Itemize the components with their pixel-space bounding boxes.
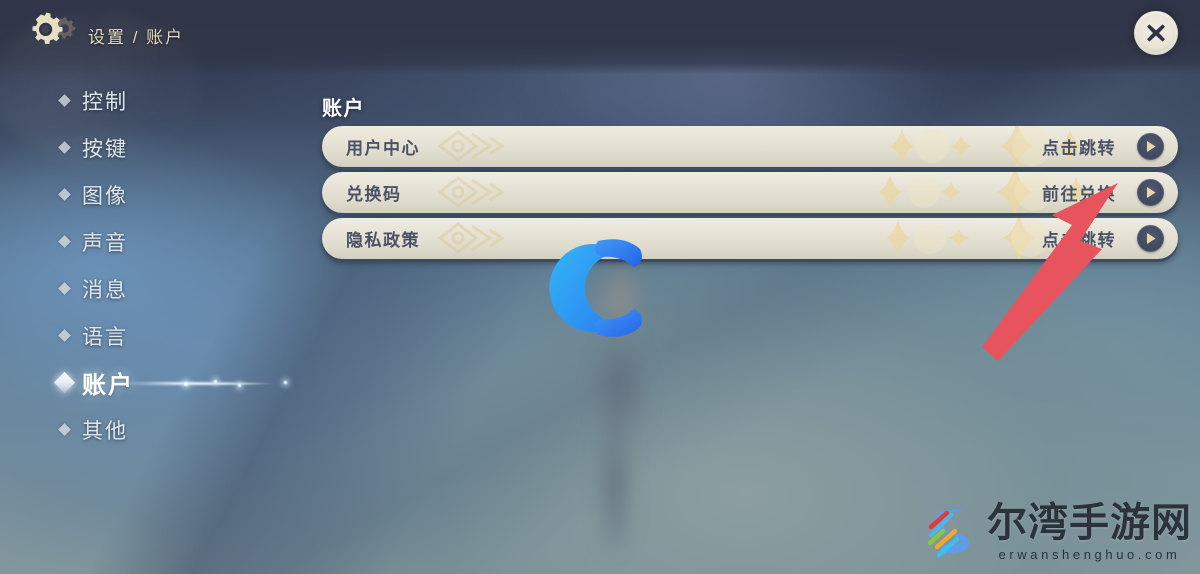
sidebar-item-account[interactable]: 账户 <box>53 370 303 399</box>
diamond-bullet-icon <box>58 423 71 436</box>
sidebar-item-label: 账户 <box>82 372 134 399</box>
sidebar-item-label: 消息 <box>82 278 128 302</box>
row-user-center[interactable]: 用户中心 点击跳转 <box>322 126 1178 167</box>
row-action-label: 点击跳转 <box>1042 231 1116 250</box>
sidebar-item-label: 语言 <box>82 325 128 349</box>
diamond-bullet-icon <box>58 235 71 248</box>
close-button[interactable] <box>1134 11 1178 55</box>
site-watermark: 尔湾手游网 erwanshenghuo.com <box>921 496 1192 568</box>
letter-c-logo <box>546 233 650 343</box>
page-title: 账户 <box>322 98 365 120</box>
chevron-right-icon[interactable] <box>1137 133 1164 160</box>
row-redeem-code[interactable]: 兑换码 前往兑换 <box>322 172 1178 213</box>
watermark-title: 尔湾手游网 <box>987 501 1192 545</box>
diamond-bullet-icon <box>58 329 71 342</box>
sidebar-item-control[interactable]: 控制 <box>58 88 290 114</box>
chevron-right-icon[interactable] <box>1137 179 1164 206</box>
sidebar-item-label: 按键 <box>82 137 128 161</box>
ornament-decoration <box>437 176 505 208</box>
sidebar-item-language[interactable]: 语言 <box>58 323 290 349</box>
sidebar-item-label: 控制 <box>82 90 128 114</box>
diamond-bullet-icon <box>58 141 71 154</box>
account-options-list: 用户中心 点击跳转 兑换码 前往兑换 隐私政策 点击跳转 <box>322 126 1178 264</box>
sidebar-item-label: 图像 <box>82 184 128 208</box>
sidebar-item-keys[interactable]: 按键 <box>58 135 290 161</box>
sidebar-item-label: 声音 <box>82 231 128 255</box>
row-privacy-policy[interactable]: 隐私政策 点击跳转 <box>322 218 1178 259</box>
watermark-subtitle: erwanshenghuo.com <box>998 547 1181 562</box>
settings-sidebar: 控制 按键 图像 声音 消息 语言 账户 其他 <box>53 88 303 464</box>
settings-screen: 设置 / 账户 控制 按键 图像 声音 消息 语言 账户 其他 账户 用户中心 … <box>0 0 1200 574</box>
diamond-bullet-icon <box>58 188 71 201</box>
row-label: 用户中心 <box>346 139 420 158</box>
ornament-decoration <box>437 130 505 162</box>
row-action-label: 前往兑换 <box>1042 185 1116 204</box>
row-label: 兑换码 <box>346 185 402 204</box>
colorful-s-logo-icon <box>927 509 969 558</box>
diamond-bullet-icon <box>58 282 71 295</box>
sidebar-item-label: 其他 <box>82 419 128 443</box>
sidebar-item-messages[interactable]: 消息 <box>58 276 290 302</box>
diamond-bullet-icon <box>58 94 71 107</box>
row-action-label: 点击跳转 <box>1042 139 1116 158</box>
close-icon <box>1147 24 1165 42</box>
breadcrumb: 设置 / 账户 <box>88 28 185 47</box>
sidebar-item-graphics[interactable]: 图像 <box>58 182 290 208</box>
gear-icon <box>20 12 76 60</box>
row-label: 隐私政策 <box>346 231 420 250</box>
sidebar-item-audio[interactable]: 声音 <box>58 229 290 255</box>
sidebar-item-other[interactable]: 其他 <box>58 417 290 443</box>
chevron-right-icon[interactable] <box>1137 225 1164 252</box>
